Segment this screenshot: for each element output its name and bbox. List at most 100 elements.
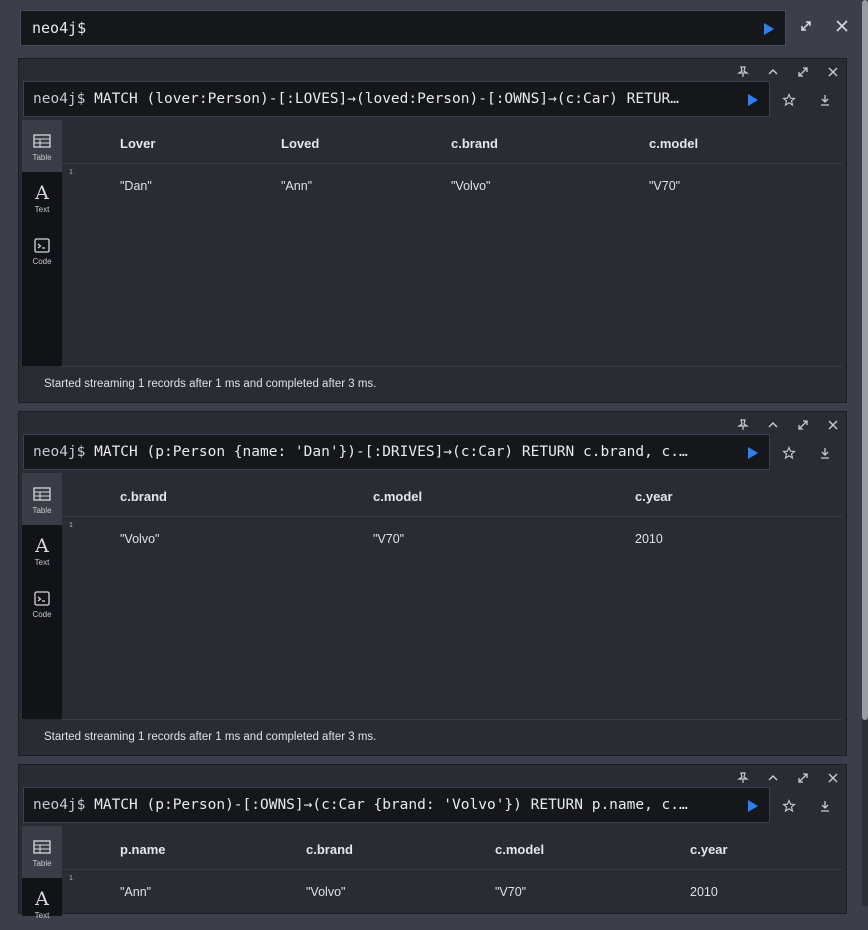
tab-code[interactable]: Code xyxy=(22,577,62,629)
column-header: Loved xyxy=(281,136,320,151)
row-number: 1 xyxy=(69,875,73,882)
expand-icon[interactable] xyxy=(799,19,813,33)
tab-text-label: Text xyxy=(34,911,50,920)
scrollbar-thumb[interactable] xyxy=(862,0,868,720)
column-header: c.brand xyxy=(120,489,167,504)
text-icon: A xyxy=(35,888,49,910)
tab-text-label: Text xyxy=(34,205,50,214)
table-cell: "Ann" xyxy=(120,885,152,899)
tab-text[interactable]: A Text xyxy=(22,172,62,224)
editor-prompt: neo4j$ xyxy=(32,19,87,37)
close-icon[interactable] xyxy=(826,418,840,432)
star-icon[interactable] xyxy=(782,799,796,813)
play-icon[interactable] xyxy=(747,799,759,813)
table-row: 1 "Volvo" "V70" 2010 xyxy=(62,517,842,557)
result-frame-2: neo4j$ MATCH (p:Person {name: 'Dan'})-[:… xyxy=(18,411,847,756)
view-sidebar: Table A Text xyxy=(22,826,62,920)
result-table: Lover Loved c.brand c.model 1 "Dan" "Ann… xyxy=(62,120,842,204)
tab-table[interactable]: Table xyxy=(22,473,62,525)
table-icon xyxy=(33,487,51,501)
table-cell: 2010 xyxy=(635,532,663,546)
table-cell: "Ann" xyxy=(281,179,313,193)
column-header: c.year xyxy=(690,842,728,857)
chevron-up-icon[interactable] xyxy=(766,771,780,785)
tab-table[interactable]: Table xyxy=(22,826,62,878)
play-icon[interactable] xyxy=(747,446,759,460)
table-cell: "Dan" xyxy=(120,179,152,193)
tab-code[interactable]: Code xyxy=(22,224,62,276)
main-editor[interactable]: neo4j$ xyxy=(20,10,786,46)
tab-text[interactable]: A Text xyxy=(22,525,62,577)
row-number: 1 xyxy=(69,522,73,529)
table-row: 1 "Ann" "Volvo" "V70" 2010 xyxy=(62,870,842,910)
tab-table-label: Table xyxy=(32,153,52,162)
result-frame-3: neo4j$ MATCH (p:Person)-[:OWNS]→(c:Car {… xyxy=(18,764,847,920)
close-icon[interactable] xyxy=(826,771,840,785)
expand-icon[interactable] xyxy=(796,418,810,432)
query-editor[interactable]: neo4j$ MATCH (lover:Person)-[:LOVES]→(lo… xyxy=(23,81,770,117)
text-icon: A xyxy=(35,182,49,204)
table-header: Lover Loved c.brand c.model xyxy=(62,120,842,164)
table-cell: "Volvo" xyxy=(120,532,160,546)
expand-icon[interactable] xyxy=(796,771,810,785)
tab-table-label: Table xyxy=(32,859,52,868)
chevron-up-icon[interactable] xyxy=(766,65,780,79)
tab-table[interactable]: Table xyxy=(22,120,62,172)
query-text: MATCH (p:Person)-[:OWNS]→(c:Car {brand: … xyxy=(85,797,688,813)
row-number: 1 xyxy=(69,169,73,176)
status-divider xyxy=(62,719,842,720)
result-table: p.name c.brand c.model c.year 1 "Ann" "V… xyxy=(62,826,842,910)
tab-code-label: Code xyxy=(32,610,52,619)
query-prompt: neo4j$ xyxy=(33,91,86,107)
table-cell: "V70" xyxy=(495,885,527,899)
column-header: c.brand xyxy=(306,842,353,857)
column-header: p.name xyxy=(120,842,166,857)
column-header: c.model xyxy=(495,842,545,857)
pin-icon[interactable] xyxy=(736,65,750,79)
expand-icon[interactable] xyxy=(796,65,810,79)
close-icon[interactable] xyxy=(835,19,849,33)
view-sidebar: Table A Text Code xyxy=(22,120,62,366)
result-frame-1: neo4j$ MATCH (lover:Person)-[:LOVES]→(lo… xyxy=(18,58,847,403)
table-cell: "Volvo" xyxy=(451,179,491,193)
query-editor[interactable]: neo4j$ MATCH (p:Person)-[:OWNS]→(c:Car {… xyxy=(23,787,770,823)
column-header: c.year xyxy=(635,489,673,504)
status-divider xyxy=(62,366,842,367)
code-icon xyxy=(34,237,50,253)
text-icon: A xyxy=(35,535,49,557)
query-prompt: neo4j$ xyxy=(33,444,86,460)
table-header: c.brand c.model c.year xyxy=(62,473,842,517)
column-header: Lover xyxy=(120,136,156,151)
download-icon[interactable] xyxy=(818,799,832,813)
query-text: MATCH (p:Person {name: 'Dan'})-[:DRIVES]… xyxy=(85,444,688,460)
page-scrollbar[interactable] xyxy=(862,0,868,906)
download-icon[interactable] xyxy=(818,93,832,107)
star-icon[interactable] xyxy=(782,93,796,107)
tab-text-label: Text xyxy=(34,558,50,567)
column-header: c.brand xyxy=(451,136,498,151)
table-cell: "V70" xyxy=(649,179,681,193)
query-editor[interactable]: neo4j$ MATCH (p:Person {name: 'Dan'})-[:… xyxy=(23,434,770,470)
table-icon xyxy=(33,840,51,854)
column-header: c.model xyxy=(373,489,423,504)
pin-icon[interactable] xyxy=(736,418,750,432)
table-icon xyxy=(33,134,51,148)
table-header: p.name c.brand c.model c.year xyxy=(62,826,842,870)
star-icon[interactable] xyxy=(782,446,796,460)
tab-code-label: Code xyxy=(32,257,52,266)
status-text: Started streaming 1 records after 1 ms a… xyxy=(44,378,377,390)
download-icon[interactable] xyxy=(818,446,832,460)
play-icon[interactable] xyxy=(747,93,759,107)
table-row: 1 "Dan" "Ann" "Volvo" "V70" xyxy=(62,164,842,204)
pin-icon[interactable] xyxy=(736,771,750,785)
chevron-up-icon[interactable] xyxy=(766,418,780,432)
play-icon[interactable] xyxy=(763,22,775,36)
code-icon xyxy=(34,590,50,606)
table-cell: "Volvo" xyxy=(306,885,346,899)
query-prompt: neo4j$ xyxy=(33,797,86,813)
tab-text[interactable]: A Text xyxy=(22,878,62,930)
result-table: c.brand c.model c.year 1 "Volvo" "V70" 2… xyxy=(62,473,842,557)
close-icon[interactable] xyxy=(826,65,840,79)
query-text: MATCH (lover:Person)-[:LOVES]→(loved:Per… xyxy=(85,91,680,107)
column-header: c.model xyxy=(649,136,699,151)
